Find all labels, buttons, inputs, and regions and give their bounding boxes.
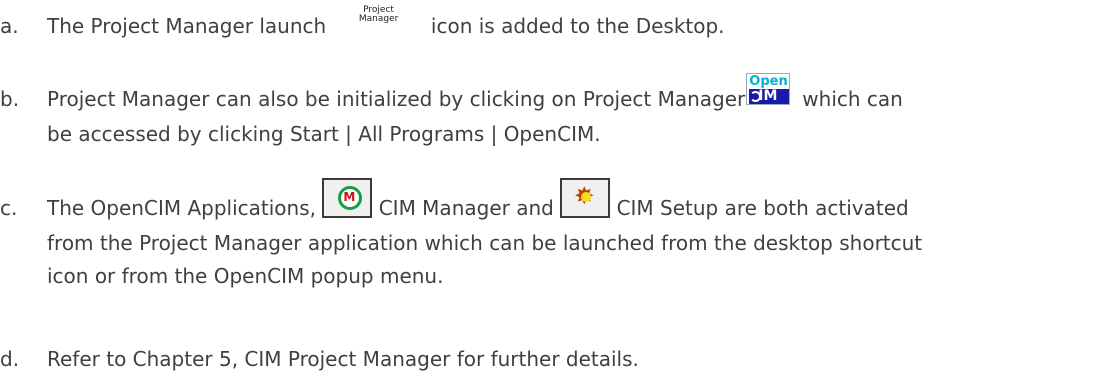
item-c-line1-part2: CIM Manager and <box>378 196 554 220</box>
item-d: d. Refer to Chapter 5, CIM Project Manag… <box>0 325 1119 375</box>
project-manager-icon-caption-bottom: Manager <box>358 14 399 24</box>
item-c-line2: from the Project Manager application whi… <box>47 231 923 255</box>
marker-d: d. <box>0 347 20 371</box>
item-d-text: Refer to Chapter 5, CIM Project Manager … <box>47 347 639 371</box>
item-b-line1-after: which can <box>802 87 903 111</box>
cim-manager-icon: M <box>322 178 373 218</box>
opencim-icon-top-text: Open <box>749 74 788 89</box>
cim-manager-icon-letter: M <box>343 190 356 204</box>
item-c: c. The OpenCIM Applications, M CIM Manag… <box>0 165 1119 315</box>
project-manager-launch-icon: Project Manager <box>347 6 411 36</box>
item-a: a. The Project Manager launch Project Ma… <box>0 0 1119 50</box>
marker-a: a. <box>0 14 19 38</box>
item-a-text-before: The Project Manager launch <box>47 14 327 38</box>
marker-c: c. <box>0 196 18 220</box>
opencim-project-manager-icon: Open IM <box>746 73 791 105</box>
item-c-line1-part1: The OpenCIM Applications, <box>47 196 316 220</box>
item-b-line1-before: Project Manager can also be initialized … <box>47 87 746 111</box>
item-b-line2: be accessed by clicking Start | All Prog… <box>47 122 601 146</box>
item-a-text-after: icon is added to the Desktop. <box>430 14 725 38</box>
marker-b: b. <box>0 87 20 111</box>
item-c-line3: icon or from the OpenCIM popup menu. <box>47 264 444 288</box>
item-b: b. Project Manager can also be initializ… <box>0 70 1119 160</box>
item-c-line1-part3: CIM Setup are both activated <box>616 196 909 220</box>
opencim-icon-bottom-text: IM <box>758 88 778 104</box>
cim-setup-icon: ✸ <box>560 178 611 218</box>
